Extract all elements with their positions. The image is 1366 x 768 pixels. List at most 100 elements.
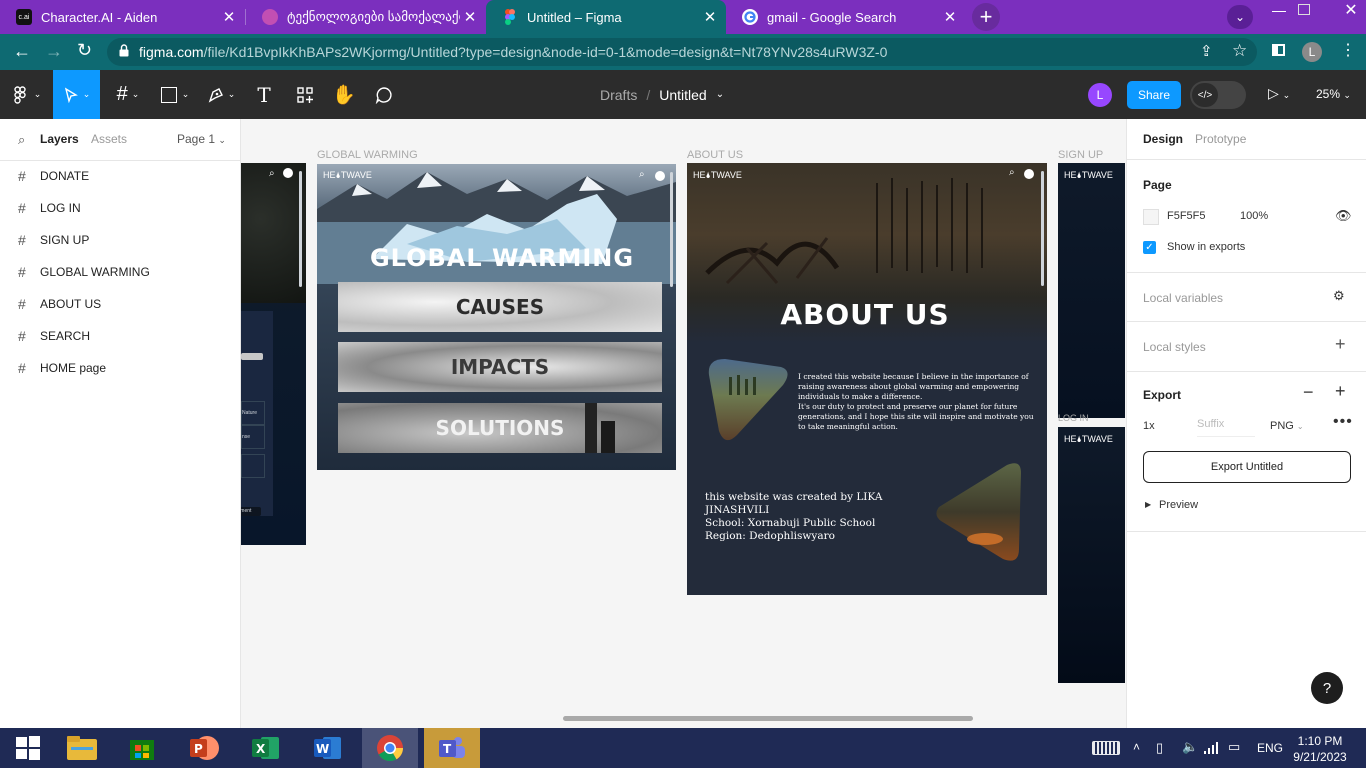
export-format-select[interactable]: PNG ⌄ [1270,420,1304,432]
caret-right-icon[interactable]: ▶ [1145,500,1151,509]
zoom-level[interactable]: 25% ⌄ [1316,87,1351,101]
close-tab-icon[interactable]: ✕ [940,8,960,26]
back-icon[interactable]: ← [13,41,31,62]
horizontal-scrollbar[interactable] [563,716,973,721]
remove-export-icon[interactable]: − [1303,382,1314,403]
frame-label-global-warming[interactable]: GLOBAL WARMING [317,149,418,161]
text-tool-icon[interactable]: T [250,70,278,119]
clock[interactable]: 1:10 PM 9/21/2023 [1290,733,1350,765]
export-suffix-input[interactable]: Suffix [1197,418,1255,437]
preview-toggle[interactable]: Preview [1159,499,1198,511]
page-color-hex[interactable]: F5F5F5 [1167,210,1206,222]
eye-icon[interactable]: 👁 [1335,208,1352,224]
frame-label-sign-up[interactable]: SIGN UP [1058,149,1103,161]
close-tab-icon[interactable]: ✕ [460,8,480,26]
file-explorer-icon[interactable] [54,728,110,768]
new-tab-button[interactable]: + [972,3,1000,31]
add-style-icon[interactable]: + [1335,334,1346,355]
add-export-icon[interactable]: + [1335,381,1346,402]
frame-log-in[interactable]: HE🌢TWAVE [1058,427,1125,683]
powerpoint-icon[interactable]: P [176,728,232,768]
tab-assets[interactable]: Assets [91,132,127,146]
export-button[interactable]: Export Untitled [1143,451,1351,483]
lock-icon [119,44,129,60]
teams-icon[interactable]: T [424,728,480,768]
characterai-icon: c.ai [16,9,32,25]
frame-search-partial[interactable]: ⌕ Nature nse ayment [241,163,306,545]
frame-tool-icon[interactable]: # ⌄ [108,70,148,119]
page-opacity[interactable]: 100% [1240,210,1268,222]
close-tab-icon[interactable]: ✕ [700,8,720,26]
page-selector[interactable]: Page 1 ⌄ [177,132,226,146]
shape-tool-icon[interactable]: ⌄ [155,70,195,119]
minimize-icon[interactable] [1272,11,1286,12]
battery-icon[interactable]: ▭ [1228,739,1240,755]
profile-avatar[interactable]: L [1302,42,1322,62]
zoom-value: 25% [1316,87,1341,101]
present-play-icon[interactable]: ▷ ⌄ [1268,85,1290,102]
file-name[interactable]: Untitled [659,87,706,103]
checkbox-checked-icon[interactable]: ✓ [1143,241,1156,254]
export-more-icon[interactable]: ••• [1333,413,1353,431]
layer-about-us[interactable]: # ABOUT US [0,288,240,320]
comment-tool-icon[interactable] [370,70,398,119]
variables-settings-icon[interactable]: ⚙ [1333,288,1345,304]
more-menu-icon[interactable]: ⋮ [1340,40,1356,60]
language-indicator[interactable]: ENG [1257,741,1283,755]
tab-search-icon[interactable]: ⌄ [1227,5,1253,29]
tab-characterai[interactable]: c.ai Character.AI - Aiden ✕ [0,0,245,34]
volume-icon[interactable]: 🔈 [1182,739,1198,755]
tab-layers[interactable]: Layers [40,132,79,146]
move-tool-icon[interactable]: ⌄ [53,70,100,119]
frame-sign-up[interactable]: HE🌢TWAVE [1058,163,1125,418]
bookmark-star-icon[interactable]: ☆ [1232,41,1247,61]
windows-start-icon[interactable] [0,728,56,768]
layer-sign-up[interactable]: # SIGN UP [0,224,240,256]
user-icon [655,171,665,181]
pen-tool-icon[interactable]: ⌄ [200,70,242,119]
frame-label-log-in[interactable]: LOG IN [1058,413,1089,423]
network-icon[interactable]: ▯ [1156,740,1163,756]
figma-main-menu-icon[interactable]: ⌄ [8,70,44,119]
export-scale[interactable]: 1x [1143,420,1155,432]
hand-tool-icon[interactable]: ✋ [330,70,358,119]
show-hidden-icons-icon[interactable]: ˄ [1133,740,1140,754]
wifi-signal-icon[interactable] [1204,741,1218,759]
frame-global-warming[interactable]: HE🌢TWAVE ⌕ GLOBAL WARMING CAUSES IMPACTS… [317,164,676,470]
frame-label-about-us[interactable]: ABOUT US [687,149,743,161]
layer-home-page[interactable]: # HOME page [0,352,240,384]
tab-georgian-site[interactable]: ტექნოლოგიები სამოქალაქო ✕ [246,0,486,34]
layer-global-warming[interactable]: # GLOBAL WARMING [0,256,240,288]
touch-keyboard-icon[interactable] [1092,741,1120,755]
help-button[interactable]: ? [1311,672,1343,704]
microsoft-store-icon[interactable] [114,728,170,768]
word-icon[interactable]: W [300,728,356,768]
forward-icon[interactable]: → [45,41,63,62]
address-bar[interactable]: figma.com/file/Kd1BvpIkKhBAPs2WKjormg/Un… [107,38,1257,66]
search-icon[interactable]: ⌕ [18,132,25,148]
excel-icon[interactable]: X [238,728,294,768]
layer-donate[interactable]: # DONATE [0,160,240,192]
breadcrumb-drafts[interactable]: Drafts [600,87,637,103]
share-page-icon[interactable]: ⇪ [1200,42,1213,60]
close-tab-icon[interactable]: ✕ [219,8,239,26]
layer-log-in[interactable]: # LOG IN [0,192,240,224]
layer-search[interactable]: # SEARCH [0,320,240,352]
close-window-icon[interactable]: ✕ [1336,0,1366,20]
frame-about-us[interactable]: HE🌢TWAVE ⌕ ABOUT US I created this websi… [687,163,1047,595]
tab-figma[interactable]: Untitled – Figma ✕ [486,0,726,34]
chrome-icon[interactable] [362,728,418,768]
design-canvas[interactable]: ⌕ Nature nse ayment GLOBAL WARMING [241,119,1125,728]
user-avatar[interactable]: L [1088,83,1112,107]
restore-icon[interactable] [1298,4,1310,15]
dev-mode-toggle[interactable]: </> [1190,81,1246,109]
chevron-down-icon[interactable]: ⌄ [716,89,724,100]
reload-icon[interactable]: ↻ [77,40,92,61]
clock-date: 9/21/2023 [1293,750,1347,764]
resources-icon[interactable] [290,70,320,119]
share-button[interactable]: Share [1127,81,1181,109]
breadcrumb-separator: / [646,86,651,103]
side-panel-icon[interactable] [1272,44,1285,56]
tab-google[interactable]: gmail - Google Search ✕ [726,0,966,34]
color-swatch[interactable] [1143,209,1159,225]
